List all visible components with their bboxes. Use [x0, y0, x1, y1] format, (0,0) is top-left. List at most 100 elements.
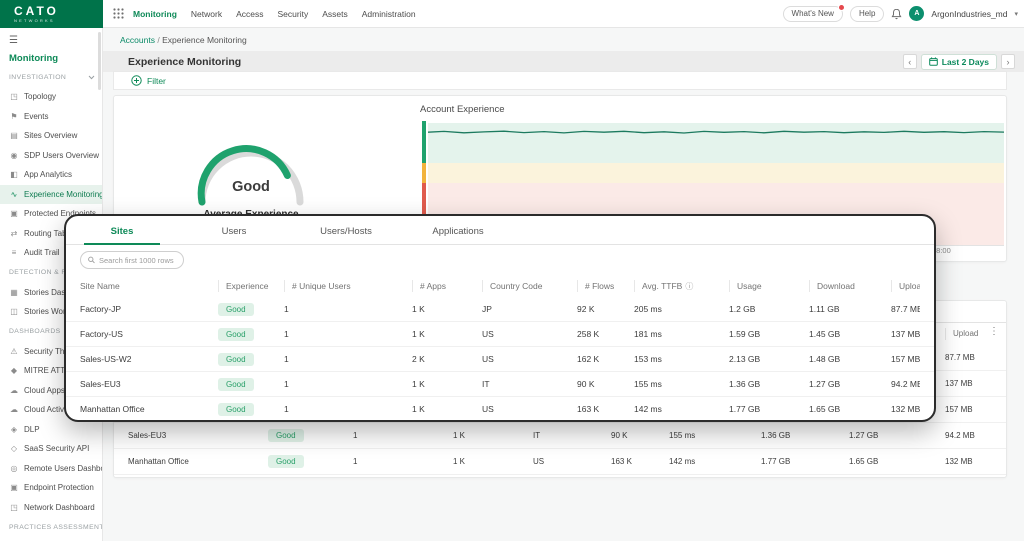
sidebar-section-investigation[interactable]: INVESTIGATION [0, 67, 102, 87]
cell-upload: 94.2 MB [891, 379, 920, 389]
sidebar-scrollbar[interactable] [98, 32, 101, 90]
table-row[interactable]: Factory-JP Good 1 1 K JP 92 K 205 ms 1.2… [66, 297, 934, 322]
column-label: Avg. TTFB [642, 281, 682, 291]
cell-download: 1.11 GB [809, 304, 891, 314]
table-row[interactable]: Sales-US-W2 Good 1 2 K US 162 K 153 ms 2… [66, 347, 934, 372]
cell-upload: 94.2 MB [945, 431, 992, 440]
date-next-button[interactable]: › [1001, 54, 1015, 69]
column-header[interactable]: Country Codeⓘ [482, 280, 577, 292]
sidebar-item-icon: ◳ [9, 503, 19, 512]
section-title: DASHBOARDS [9, 328, 61, 335]
cell-ttfb: 205 ms [634, 304, 729, 314]
breadcrumb-accounts-link[interactable]: Accounts [120, 35, 155, 45]
search-input[interactable] [99, 256, 176, 265]
cell-usage: 1.36 GB [729, 379, 809, 389]
column-header[interactable]: # Appsⓘ [412, 280, 482, 292]
topnav-item[interactable]: Administration [362, 9, 416, 19]
sidebar-item[interactable]: ▤ Sites Overview [0, 126, 102, 146]
zoom-callout-panel: SitesUsersUsers/HostsApplications Site N… [64, 214, 936, 422]
date-prev-button[interactable]: ‹ [903, 54, 917, 69]
logo-subtitle: NETWORKS [14, 18, 103, 23]
tab[interactable]: Applications [402, 218, 514, 244]
app: CATO NETWORKS Monitoring Network Access Sec… [0, 0, 1024, 541]
cell-apps: 2 K [412, 354, 482, 364]
sidebar-item-icon: ◎ [9, 464, 19, 473]
column-header[interactable]: Downloadⓘ [809, 280, 891, 292]
column-header[interactable]: Experienceⓘ [218, 280, 284, 292]
cell-site-name: Sales-EU3 [128, 431, 268, 440]
experience-badge: Good [218, 328, 254, 341]
cell-upload: 157 MB [945, 405, 992, 414]
search-box [80, 251, 184, 269]
cell-ttfb: 142 ms [634, 404, 729, 414]
cell-upload: 132 MB [891, 404, 920, 414]
topnav-item[interactable]: Monitoring [133, 9, 177, 19]
sidebar-item[interactable]: ◳ Network Dashboard [0, 498, 102, 518]
hamburger-icon[interactable]: ☰ [0, 28, 102, 48]
sidebar-item[interactable]: ◇ SaaS Security API [0, 439, 102, 459]
cell-experience: Good [218, 328, 284, 341]
sidebar-item[interactable]: ◉ SDP Users Overview [0, 146, 102, 166]
column-header[interactable]: # Flowsⓘ [577, 280, 634, 292]
account-name[interactable]: ArgonIndustries_md [931, 9, 1007, 19]
sidebar-item[interactable]: ◈ DLP [0, 420, 102, 440]
cell-unique-users: 1 [353, 457, 453, 466]
search-icon [88, 256, 95, 264]
sidebar-item-label: Remote Users Dashboard [24, 464, 103, 473]
sidebar-item[interactable]: ◳ Topology [0, 87, 102, 107]
column-header[interactable]: Usageⓘ [729, 280, 809, 292]
column-header[interactable]: # Unique Usersⓘ [284, 280, 412, 292]
sidebar-item[interactable]: ☑ Best Practices [0, 537, 102, 541]
sidebar-item-icon: ▦ [9, 288, 19, 297]
cato-logo[interactable]: CATO NETWORKS [0, 0, 103, 28]
card-title: Account Experience [420, 104, 505, 115]
filter-label[interactable]: Filter [147, 76, 166, 86]
tab[interactable]: Users/Hosts [290, 218, 402, 244]
tab[interactable]: Users [178, 218, 290, 244]
sidebar-item-label: App Analytics [24, 170, 72, 179]
search-row [66, 245, 934, 275]
cell-flows: 90 K [577, 379, 634, 389]
sidebar-item[interactable]: ▣ Endpoint Protection [0, 478, 102, 498]
topnav-item[interactable]: Access [236, 9, 263, 19]
topnav-item[interactable]: Network [191, 9, 222, 19]
sidebar-item-label: DLP [24, 425, 40, 434]
app-grid-icon[interactable] [113, 8, 124, 19]
help-button[interactable]: Help [850, 6, 884, 22]
breadcrumb: Accounts / Experience Monitoring [103, 28, 1024, 51]
cell-flows: 90 K [611, 431, 669, 440]
table-row[interactable]: Sales-EU3 Good 1 1 K IT 90 K 155 ms 1.36… [114, 423, 1006, 449]
tab[interactable]: Sites [66, 218, 178, 244]
sidebar-item-label: Sites Overview [24, 131, 77, 140]
sidebar-item[interactable]: ∿ Experience Monitoring [0, 185, 102, 205]
kebab-menu-icon[interactable]: ⋮ [989, 327, 999, 337]
date-range-button[interactable]: Last 2 Days [921, 54, 997, 70]
add-filter-icon[interactable] [131, 75, 142, 86]
cell-experience: Good [268, 429, 353, 442]
whats-new-button[interactable]: What's New [783, 6, 843, 22]
cell-site-name: Factory-US [80, 329, 218, 339]
column-label: # Unique Users [292, 281, 351, 291]
topnav-item[interactable]: Security [278, 9, 309, 19]
topbar-right: What's New Help A ArgonIndustries_md ▾ [783, 6, 1024, 22]
chevron-down-icon[interactable]: ▾ [1014, 10, 1018, 18]
sidebar-item[interactable]: ◎ Remote Users Dashboard [0, 459, 102, 479]
column-header[interactable]: Uploadⓘ [945, 328, 992, 340]
table-row[interactable]: Manhattan Office Good 1 1 K US 163 K 142… [114, 449, 1006, 475]
table-row[interactable]: Manhattan Office Good 1 1 K US 163 K 142… [66, 397, 934, 422]
topnav-item[interactable]: Assets [322, 9, 348, 19]
column-header[interactable]: Uploadⓘ [891, 280, 920, 292]
sidebar-item[interactable]: ⚑ Events [0, 107, 102, 127]
sidebar-section-practices[interactable]: PRACTICES ASSESSMENT [0, 517, 102, 537]
column-header[interactable]: Site Nameⓘ [80, 280, 218, 292]
table-row[interactable]: Factory-US Good 1 1 K US 258 K 181 ms 1.… [66, 322, 934, 347]
sidebar-item-icon: ▣ [9, 483, 19, 492]
sidebar-item-label: SaaS Security API [24, 444, 89, 453]
cell-site-name: Sales-EU3 [80, 379, 218, 389]
avatar[interactable]: A [909, 6, 924, 21]
bell-icon[interactable] [891, 8, 902, 20]
column-header[interactable]: Avg. TTFBⓘ [634, 280, 729, 292]
sidebar-item[interactable]: ◧ App Analytics [0, 165, 102, 185]
table-row[interactable]: Sales-EU3 Good 1 1 K IT 90 K 155 ms 1.36… [66, 372, 934, 397]
filter-bar: Filter [113, 71, 1007, 90]
